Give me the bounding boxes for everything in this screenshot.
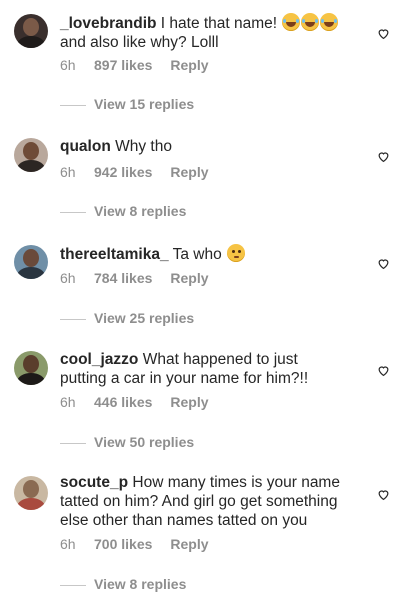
divider-line xyxy=(60,442,86,444)
comment-body: Why tho xyxy=(115,138,172,155)
likes-count[interactable]: 446 likes xyxy=(94,394,152,410)
comment-body-continued: putting a car in your name for him?!! xyxy=(60,370,309,387)
comment-time: 6h xyxy=(60,270,76,286)
avatar-body xyxy=(17,160,45,172)
laughing-emoji-icon xyxy=(282,13,301,31)
divider-line xyxy=(60,584,86,586)
view-replies-label: View 15 replies xyxy=(94,96,195,112)
comment-text: _lovebrandib I hate that name! and also … xyxy=(60,13,370,52)
comment-meta: 6h 446 likes Reply xyxy=(60,394,209,410)
comment-text: cool_jazzo What happened to just putting… xyxy=(60,350,370,388)
heart-outline-icon[interactable] xyxy=(377,150,390,163)
comment-text: qualon Why tho xyxy=(60,137,370,156)
comment-meta: 6h 784 likes Reply xyxy=(60,270,209,286)
avatar-head xyxy=(23,142,39,160)
view-replies-label: View 8 replies xyxy=(94,576,187,592)
avatar-head xyxy=(23,355,39,373)
avatar-body xyxy=(17,267,45,279)
reply-button[interactable]: Reply xyxy=(170,394,208,410)
comment-body: What happened to just xyxy=(142,351,298,368)
avatar[interactable] xyxy=(14,138,48,172)
view-replies-button[interactable]: View 50 replies xyxy=(60,434,194,450)
likes-count[interactable]: 942 likes xyxy=(94,164,152,180)
comment-username[interactable]: socute_p xyxy=(60,474,128,491)
comment-username[interactable]: qualon xyxy=(60,138,111,155)
view-replies-button[interactable]: View 8 replies xyxy=(60,203,186,219)
comment-meta: 6h 942 likes Reply xyxy=(60,164,209,180)
reply-button[interactable]: Reply xyxy=(170,164,208,180)
heart-outline-icon[interactable] xyxy=(377,257,390,270)
comment-meta: 6h 700 likes Reply xyxy=(60,536,209,552)
comment-body: How many times is your name xyxy=(132,474,340,491)
reply-button[interactable]: Reply xyxy=(170,270,208,286)
heart-outline-icon[interactable] xyxy=(377,488,390,501)
view-replies-label: View 25 replies xyxy=(94,310,195,326)
view-replies-button[interactable]: View 15 replies xyxy=(60,96,194,112)
avatar[interactable] xyxy=(14,351,48,385)
laughing-emoji-icon xyxy=(301,13,320,31)
comment-username[interactable]: thereeltamika_ xyxy=(60,246,169,263)
comment-body-continued: else other than names tatted on you xyxy=(60,512,308,529)
view-replies-button[interactable]: View 8 replies xyxy=(60,576,186,592)
comment-text: thereeltamika_ Ta who xyxy=(60,244,370,264)
comment-username[interactable]: _lovebrandib xyxy=(60,15,156,32)
comment-body: I hate that name! xyxy=(160,15,278,32)
view-replies-label: View 8 replies xyxy=(94,203,187,219)
divider-line xyxy=(60,211,86,213)
comment-username[interactable]: cool_jazzo xyxy=(60,351,138,368)
comment-body-continued: and also like why? Lolll xyxy=(60,34,219,51)
likes-count[interactable]: 700 likes xyxy=(94,536,152,552)
avatar[interactable] xyxy=(14,245,48,279)
avatar-head xyxy=(23,480,39,498)
comment-body: Ta who xyxy=(172,246,222,263)
laughing-emoji-icon xyxy=(320,13,339,31)
comment-time: 6h xyxy=(60,394,76,410)
comment-text: socute_p How many times is your name tat… xyxy=(60,473,370,530)
view-replies-label: View 50 replies xyxy=(94,434,195,450)
avatar[interactable] xyxy=(14,476,48,510)
heart-outline-icon[interactable] xyxy=(377,364,390,377)
comment-body-continued: tatted on him? And girl go get something xyxy=(60,493,338,510)
flushed-emoji-icon xyxy=(227,244,246,262)
likes-count[interactable]: 784 likes xyxy=(94,270,152,286)
comment-meta: 6h 897 likes Reply xyxy=(60,57,209,73)
avatar-head xyxy=(23,18,39,36)
view-replies-button[interactable]: View 25 replies xyxy=(60,310,194,326)
avatar-head xyxy=(23,249,39,267)
divider-line xyxy=(60,104,86,106)
comment-time: 6h xyxy=(60,536,76,552)
comment-time: 6h xyxy=(60,164,76,180)
avatar-body xyxy=(17,36,45,48)
divider-line xyxy=(60,318,86,320)
comment-time: 6h xyxy=(60,57,76,73)
avatar-body xyxy=(17,498,45,510)
avatar[interactable] xyxy=(14,14,48,48)
reply-button[interactable]: Reply xyxy=(170,57,208,73)
avatar-body xyxy=(17,373,45,385)
reply-button[interactable]: Reply xyxy=(170,536,208,552)
likes-count[interactable]: 897 likes xyxy=(94,57,152,73)
heart-outline-icon[interactable] xyxy=(377,27,390,40)
